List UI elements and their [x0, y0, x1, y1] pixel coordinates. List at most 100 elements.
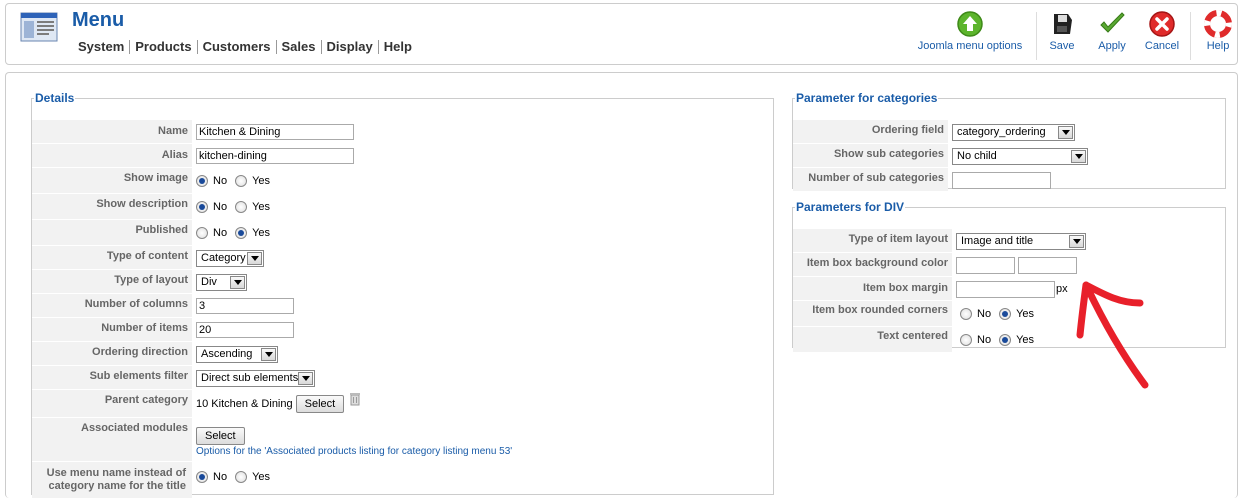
categories-legend: Parameter for categories: [796, 91, 938, 105]
cancel-x-icon: [1149, 11, 1175, 37]
bg-color-preview[interactable]: [1018, 256, 1077, 274]
ordering-direction-row: Ordering direction Ascending: [32, 342, 278, 366]
trash-icon[interactable]: [350, 392, 361, 406]
alias-row: Alias: [32, 144, 354, 168]
menu-products[interactable]: Products: [129, 40, 196, 54]
header: Menu System Products Customers Sales Dis…: [5, 3, 1238, 65]
no-label: No: [977, 334, 992, 346]
rounded-corners-yes-radio[interactable]: [999, 308, 1012, 320]
yes-label: Yes: [1016, 308, 1035, 320]
yes-label: Yes: [252, 471, 271, 483]
parent-category-select-button[interactable]: Select: [295, 395, 345, 413]
sub-elements-filter-row: Sub elements filter Direct sub elements: [32, 366, 315, 390]
show-image-row: Show image No Yes: [32, 168, 278, 194]
number-of-items-field[interactable]: [196, 322, 294, 338]
text-centered-yes-radio[interactable]: [999, 334, 1012, 346]
chevron-down-icon: [261, 347, 276, 361]
chevron-down-icon: [298, 371, 313, 385]
show-sub-categories-label: Show sub categories: [793, 144, 948, 168]
published-row: Published No Yes: [32, 220, 278, 246]
item-layout-label: Type of item layout: [793, 229, 952, 253]
use-menu-name-label-line-2: category name for the title: [48, 480, 186, 492]
alias-field[interactable]: [196, 148, 354, 164]
associated-modules-select-button[interactable]: Select: [196, 427, 245, 445]
show-image-no-radio[interactable]: [196, 175, 208, 187]
details-fieldset: Details Name Alias Show image No Yes Sho…: [31, 91, 774, 498]
ordering-field-select[interactable]: category_ordering: [952, 123, 1075, 141]
use-menu-name-yes-radio[interactable]: [235, 471, 248, 483]
page-title: Menu: [72, 9, 125, 31]
ordering-direction-select[interactable]: Ascending: [196, 345, 278, 363]
help-button[interactable]: Help: [1202, 10, 1234, 52]
sub-elements-filter-select[interactable]: Direct sub elements: [196, 369, 315, 387]
cancel-button[interactable]: Cancel: [1142, 10, 1182, 52]
show-description-yes-radio[interactable]: [235, 201, 248, 213]
no-label: No: [213, 201, 228, 213]
save-button[interactable]: Save: [1044, 10, 1080, 52]
no-label: No: [213, 471, 228, 483]
rounded-corners-no-radio[interactable]: [960, 308, 972, 320]
name-row: Name: [32, 120, 354, 144]
number-of-columns-field[interactable]: [196, 298, 294, 314]
yes-label: Yes: [252, 227, 271, 239]
show-description-no-radio[interactable]: [196, 201, 208, 213]
number-of-columns-row: Number of columns: [32, 294, 294, 318]
ordering-field-value: category_ordering: [957, 126, 1046, 138]
menu-customers[interactable]: Customers: [196, 40, 276, 54]
use-menu-name-label-line-1: Use menu name instead of: [46, 467, 186, 479]
associated-modules-label: Associated modules: [32, 418, 192, 462]
type-of-content-select[interactable]: Category: [196, 249, 264, 267]
chevron-down-icon: [1058, 125, 1073, 139]
name-label: Name: [32, 120, 192, 144]
show-description-label: Show description: [32, 194, 192, 220]
show-image-yes-radio[interactable]: [235, 175, 248, 187]
item-layout-value: Image and title: [961, 235, 1034, 247]
annotation-arrow-icon: [1076, 281, 1149, 389]
joomla-menu-options-label: Joomla menu options: [917, 40, 1023, 52]
menu-help[interactable]: Help: [377, 40, 417, 54]
menu-sales[interactable]: Sales: [275, 40, 321, 54]
toolbar-separator: [1036, 12, 1037, 60]
show-sub-categories-row: Show sub categories No child: [793, 144, 1088, 168]
name-field[interactable]: [196, 124, 354, 140]
parent-category-label: Parent category: [32, 390, 192, 418]
box-margin-label: Item box margin: [793, 277, 952, 301]
checkmark-icon: [1100, 12, 1125, 33]
chevron-down-icon: [230, 275, 245, 289]
show-image-label: Show image: [32, 168, 192, 194]
box-margin-field[interactable]: [956, 280, 1055, 298]
box-margin-row: Item box margin px: [793, 277, 1068, 301]
sub-elements-filter-label: Sub elements filter: [32, 366, 192, 390]
published-yes-radio[interactable]: [235, 227, 248, 239]
type-of-content-row: Type of content Category: [32, 246, 264, 270]
yes-label: Yes: [252, 201, 271, 213]
toolbar-separator: [1190, 12, 1191, 60]
menu-display[interactable]: Display: [320, 40, 378, 54]
published-no-radio[interactable]: [196, 227, 208, 239]
show-sub-categories-select[interactable]: No child: [952, 147, 1088, 165]
bg-color-field[interactable]: [956, 256, 1015, 274]
text-centered-no-radio[interactable]: [960, 334, 972, 346]
joomla-menu-options-button[interactable]: Joomla menu options: [912, 10, 1028, 52]
apply-label: Apply: [1098, 40, 1126, 52]
no-label: No: [213, 175, 228, 187]
type-of-layout-select[interactable]: Div: [196, 273, 247, 291]
save-label: Save: [1049, 40, 1075, 52]
ordering-direction-value: Ascending: [201, 348, 253, 360]
save-disk-icon: [1054, 14, 1072, 34]
px-unit: px: [1056, 283, 1068, 295]
details-legend: Details: [35, 91, 75, 105]
type-of-layout-value: Div: [201, 276, 217, 288]
div-params-legend: Parameters for DIV: [796, 200, 905, 214]
div-params-fieldset: Parameters for DIV Type of item layout I…: [792, 200, 1226, 353]
use-menu-name-no-radio[interactable]: [196, 471, 208, 483]
cancel-label: Cancel: [1144, 40, 1180, 52]
menu-system[interactable]: System: [78, 40, 129, 54]
apply-button[interactable]: Apply: [1092, 10, 1132, 52]
chevron-down-icon: [1069, 234, 1084, 248]
item-layout-select[interactable]: Image and title: [956, 232, 1086, 250]
associated-products-options-link[interactable]: Options for the 'Associated products lis…: [196, 446, 512, 457]
yes-label: Yes: [1016, 334, 1035, 346]
show-description-row: Show description No Yes: [32, 194, 278, 220]
number-of-sub-categories-field[interactable]: [952, 171, 1051, 189]
